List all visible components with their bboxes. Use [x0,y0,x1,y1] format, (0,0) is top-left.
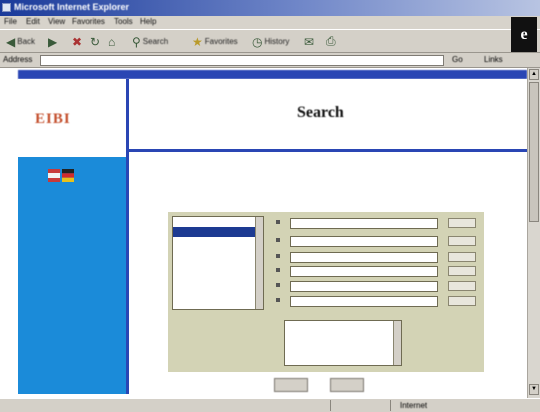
print-icon: ⎙ [326,34,336,48]
status-zone: Internet [400,401,428,410]
sidebar [18,157,126,394]
top-nav-bar [18,70,527,79]
title-bar: Microsoft Internet Explorer [0,0,540,16]
list-item[interactable] [173,297,263,307]
radio-dot[interactable] [276,254,280,258]
back-button[interactable]: ◀ Back [6,33,35,50]
stop-icon: ✖ [72,34,83,49]
menu-help[interactable]: Help [140,17,156,26]
logo-area: EIBI [18,79,126,157]
language-flags-icon[interactable] [48,169,74,182]
forward-arrow-icon: ▶ [48,34,58,49]
toolbar: ◀ Back ▶ ✖ ↻ ⌂ ⚲ Search ★ Favorites ◷ Hi… [0,29,540,53]
category-list[interactable] [172,216,264,310]
history-button[interactable]: ◷ History [252,33,289,50]
browser-icon [2,3,11,12]
search-field-6[interactable] [290,296,438,307]
field-button-5[interactable] [448,281,476,291]
menu-bar: File Edit View Favorites Tools Help [0,16,540,29]
menu-file[interactable]: File [4,17,17,26]
home-button[interactable]: ⌂ [108,33,115,50]
address-bar: Address Go Links [0,53,512,68]
list-scrollbar[interactable] [255,217,263,309]
list-item[interactable] [173,217,263,227]
radio-dot[interactable] [276,268,280,272]
field-button-1[interactable] [448,218,476,228]
favorites-button[interactable]: ★ Favorites [192,33,238,50]
toolbar-end [512,53,540,68]
list-item[interactable] [173,267,263,277]
refresh-button[interactable]: ↻ [90,33,100,50]
menu-view[interactable]: View [48,17,65,26]
radio-dot[interactable] [276,298,280,302]
home-icon: ⌂ [108,34,116,49]
links-button[interactable]: Links [484,55,503,64]
list-item[interactable] [173,257,263,267]
print-button[interactable]: ⎙ [326,33,336,50]
radio-dot[interactable] [276,238,280,242]
page-title: Search [297,104,344,121]
site-logo[interactable]: EIBI [35,111,71,128]
refresh-icon: ↻ [90,34,101,49]
search-field-5[interactable] [290,281,438,292]
search-form [168,212,484,372]
search-field-2[interactable] [290,236,438,247]
page-header: Search [129,79,527,149]
sidebar-divider [126,157,129,394]
radio-dot[interactable] [276,283,280,287]
select-option[interactable] [285,331,401,341]
list-item[interactable] [173,247,263,257]
field-button-3[interactable] [448,252,476,262]
search-field-1[interactable] [290,218,438,229]
mail-icon: ✉ [304,34,315,49]
address-input[interactable] [40,55,444,66]
select-scrollbar[interactable] [393,321,401,365]
submit-button[interactable] [274,378,308,392]
search-field-4[interactable] [290,266,438,277]
select-option[interactable] [285,321,401,331]
list-item-selected[interactable] [173,227,263,237]
list-item[interactable] [173,287,263,297]
page-scrollbar[interactable]: ▲ ▼ [527,68,540,398]
scroll-thumb[interactable] [529,82,539,222]
status-separator [330,400,331,411]
back-arrow-icon: ◀ [6,34,16,49]
radio-dot[interactable] [276,220,280,224]
header-divider [129,149,527,152]
browser-logo: e [511,17,537,52]
search-icon: ⚲ [132,34,141,49]
scroll-up-icon[interactable]: ▲ [529,69,539,80]
address-label: Address [3,55,33,64]
history-icon: ◷ [252,34,263,49]
field-button-6[interactable] [448,296,476,306]
window-title: Microsoft Internet Explorer [14,2,130,12]
reset-button[interactable] [330,378,364,392]
menu-edit[interactable]: Edit [26,17,40,26]
list-item[interactable] [173,237,263,247]
mail-button[interactable]: ✉ [304,33,314,50]
stop-button[interactable]: ✖ [72,33,82,50]
select-option[interactable] [285,351,401,361]
go-button[interactable]: Go [452,55,463,64]
status-bar: Internet [0,398,540,412]
status-separator [390,400,391,411]
search-field-3[interactable] [290,252,438,263]
menu-favorites[interactable]: Favorites [72,17,105,26]
scroll-down-icon[interactable]: ▼ [529,384,539,395]
favorites-star-icon: ★ [192,34,203,49]
search-button[interactable]: ⚲ Search [132,33,168,50]
field-button-2[interactable] [448,236,476,246]
field-button-4[interactable] [448,266,476,276]
select-option[interactable] [285,341,401,351]
list-item[interactable] [173,277,263,287]
menu-tools[interactable]: Tools [114,17,133,26]
forward-button[interactable]: ▶ [48,33,57,50]
options-select[interactable] [284,320,402,366]
